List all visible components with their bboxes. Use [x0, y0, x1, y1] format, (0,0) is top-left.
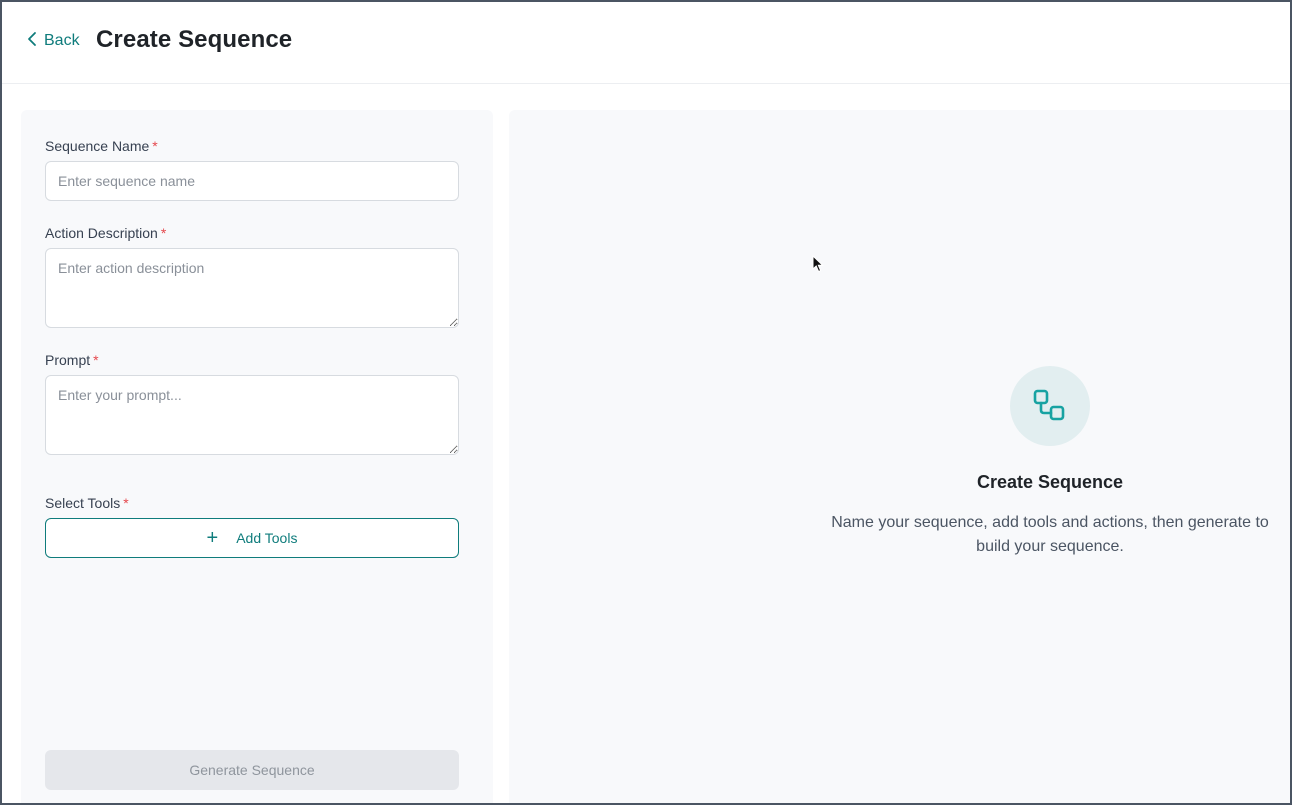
required-mark: *	[152, 138, 158, 154]
page-title: Create Sequence	[96, 26, 293, 53]
required-mark: *	[123, 495, 129, 511]
empty-state-description: Name your sequence, add tools and action…	[831, 514, 1269, 555]
required-mark: *	[160, 225, 167, 241]
mouse-pointer-icon	[812, 255, 824, 273]
empty-state: Create Sequence Name your sequence, add …	[829, 366, 1271, 559]
back-button[interactable]: Back	[26, 30, 80, 52]
form-panel: Sequence Name* Action Description* Promp…	[21, 110, 493, 803]
empty-state-title: Create Sequence	[976, 472, 1124, 492]
required-mark: *	[93, 352, 99, 368]
add-tools-button[interactable]: + Add Tools	[45, 518, 459, 558]
page-header: Back Create Sequence	[2, 2, 1290, 84]
action-description-textarea[interactable]	[45, 248, 459, 328]
select-tools-label: Select Tools *	[45, 495, 129, 511]
chevron-left-icon	[26, 31, 38, 52]
sequence-name-input[interactable]	[45, 161, 459, 201]
sequence-icon	[1010, 366, 1090, 446]
sequence-name-label: Sequence Name *	[45, 138, 158, 154]
add-tools-label: Add Tools	[236, 530, 298, 546]
prompt-textarea[interactable]	[45, 375, 459, 455]
app-window: Back Create Sequence Sequence Name* Acti…	[0, 0, 1292, 805]
preview-panel: Create Sequence Name your sequence, add …	[509, 110, 1290, 803]
action-description-label: Action Description *	[45, 225, 167, 241]
prompt-label: Prompt *	[45, 352, 99, 368]
plus-icon: +	[206, 527, 219, 549]
generate-sequence-button[interactable]: Generate Sequence	[45, 750, 459, 790]
back-label: Back	[44, 32, 80, 49]
